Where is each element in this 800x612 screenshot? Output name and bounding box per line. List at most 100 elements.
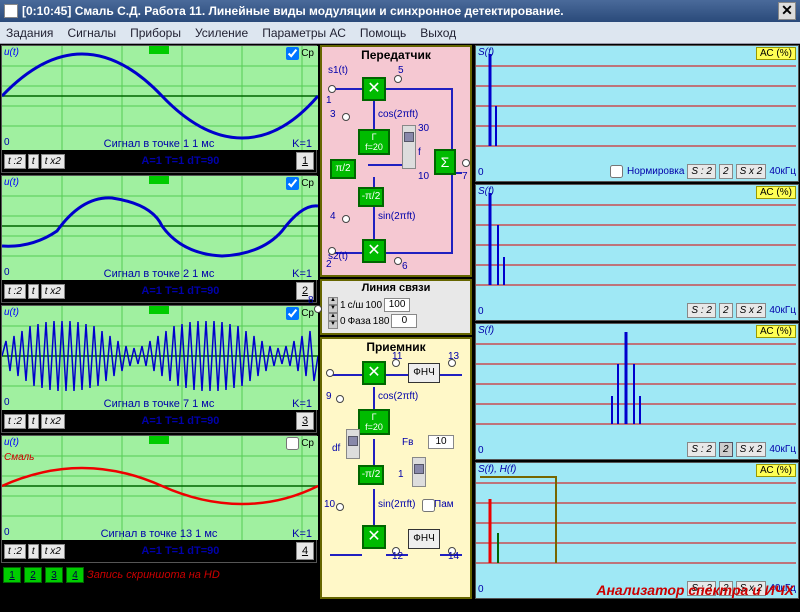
spin-up[interactable]: ▲ <box>328 313 338 321</box>
menu-exit[interactable]: Выход <box>420 26 456 40</box>
rx-generator[interactable]: Гf=20 <box>358 409 390 435</box>
sp1-norm-check[interactable] <box>610 165 623 178</box>
rx-df: df <box>332 443 340 454</box>
sp1-norm: Нормировка <box>627 166 684 177</box>
sp2-sdiv2[interactable]: S : 2 <box>687 303 716 318</box>
footer-btn-1[interactable]: 1 <box>3 567 21 583</box>
scope2-cp-check[interactable] <box>286 177 299 190</box>
scope4-tdiv2[interactable]: t :2 <box>4 544 26 559</box>
scope1-tx2[interactable]: t x2 <box>41 154 65 169</box>
spin-dn[interactable]: ▼ <box>328 321 338 329</box>
node-10[interactable] <box>336 503 344 511</box>
sp1-ylabel: S(f) <box>478 47 494 58</box>
scope3-t[interactable]: t <box>28 414 39 429</box>
sp3-sx2[interactable]: S x 2 <box>736 442 767 457</box>
scope3-tx2[interactable]: t x2 <box>41 414 65 429</box>
rx-slider2[interactable] <box>412 457 426 487</box>
slider-f: f <box>418 147 421 158</box>
menu-instruments[interactable]: Приборы <box>130 26 181 40</box>
node-7[interactable] <box>462 159 470 167</box>
spin-up[interactable]: ▲ <box>328 297 338 305</box>
footer-btn-4[interactable]: 4 <box>66 567 84 583</box>
trigger-marker[interactable] <box>149 176 169 184</box>
sp4-ac[interactable]: АС (%) <box>756 464 796 477</box>
node-9-label: 9 <box>326 391 332 402</box>
slider-10: 10 <box>418 171 429 182</box>
scope3-tdiv2[interactable]: t :2 <box>4 414 26 429</box>
node-9[interactable] <box>336 395 344 403</box>
sp1-ac[interactable]: АС (%) <box>756 47 796 60</box>
menu-help[interactable]: Помощь <box>360 26 406 40</box>
menu-signals[interactable]: Сигналы <box>67 26 116 40</box>
node-13-label: 13 <box>448 351 459 362</box>
rx-mult-1[interactable]: ✕ <box>362 361 386 385</box>
lpf-1[interactable]: ФНЧ <box>408 363 440 383</box>
scope3-cp-check[interactable] <box>286 307 299 320</box>
scope2-tdiv2[interactable]: t :2 <box>4 284 26 299</box>
menu-tasks[interactable]: Задания <box>6 26 53 40</box>
line-100: 100 <box>365 300 382 311</box>
multiplier-1[interactable]: ✕ <box>362 77 386 101</box>
scope4-params: A=1 T=1 dT=90 <box>67 545 294 557</box>
scope2-tx2[interactable]: t x2 <box>41 284 65 299</box>
scope4-tx2[interactable]: t x2 <box>41 544 65 559</box>
sp3-ac[interactable]: АС (%) <box>756 325 796 338</box>
scope4-t[interactable]: t <box>28 544 39 559</box>
sp2-ac[interactable]: АС (%) <box>756 186 796 199</box>
footer-btn-3[interactable]: 3 <box>45 567 63 583</box>
sp2-2[interactable]: 2 <box>719 303 733 318</box>
node-2-in[interactable] <box>328 247 336 255</box>
node-9-in[interactable] <box>326 369 334 377</box>
sp1-2[interactable]: 2 <box>719 164 733 179</box>
pi2-box-a[interactable]: π/2 <box>330 159 356 179</box>
node-4[interactable] <box>342 215 350 223</box>
scope4-cp-check[interactable] <box>286 437 299 450</box>
sum-box[interactable]: Σ <box>434 149 456 175</box>
node-5[interactable] <box>394 75 402 83</box>
rx-pam-check[interactable] <box>422 499 435 512</box>
line-valbox[interactable]: 100 <box>384 298 410 312</box>
scope4-cp-label: Ср <box>301 438 314 449</box>
scope3-zero: 0 <box>4 397 10 408</box>
sp1-sdiv2[interactable]: S : 2 <box>687 164 716 179</box>
trigger-marker[interactable] <box>149 436 169 444</box>
menu-gain[interactable]: Усиление <box>195 26 248 40</box>
node-3[interactable] <box>342 113 350 121</box>
scope1-zero: 0 <box>4 137 10 148</box>
scope2-t[interactable]: t <box>28 284 39 299</box>
scope3-cp-label: Ср <box>301 308 314 319</box>
line-valbox2[interactable]: 0 <box>391 314 417 328</box>
node-6[interactable] <box>394 257 402 265</box>
spin-dn[interactable]: ▼ <box>328 305 338 313</box>
pi2-box-b[interactable]: -π/2 <box>358 187 384 207</box>
line-csh: с/ш <box>348 300 364 311</box>
lpf-2[interactable]: ФНЧ <box>408 529 440 549</box>
line-1: 1 <box>340 300 346 311</box>
sp1-sx2[interactable]: S x 2 <box>736 164 767 179</box>
scope1-t[interactable]: t <box>28 154 39 169</box>
sp3-2[interactable]: 2 <box>719 442 733 457</box>
app-icon <box>4 4 18 18</box>
rx-fv-val[interactable]: 10 <box>428 435 454 449</box>
menu-params[interactable]: Параметры АС <box>262 26 346 40</box>
rx-pi2[interactable]: -π/2 <box>358 465 384 485</box>
sp3-sdiv2[interactable]: S : 2 <box>687 442 716 457</box>
scope3-num[interactable]: 3 <box>296 412 314 430</box>
sp2-sx2[interactable]: S x 2 <box>736 303 767 318</box>
scope1-num[interactable]: 1 <box>296 152 314 170</box>
trigger-marker[interactable] <box>149 46 169 54</box>
generator-box[interactable]: Гf=20 <box>358 129 390 155</box>
rx-df-slider[interactable] <box>346 429 360 459</box>
freq-slider[interactable] <box>402 125 416 169</box>
node-1[interactable] <box>328 85 336 93</box>
multiplier-2[interactable]: ✕ <box>362 239 386 263</box>
scope4-num[interactable]: 4 <box>296 542 314 560</box>
close-button[interactable]: ✕ <box>778 2 796 20</box>
footer-btn-2[interactable]: 2 <box>24 567 42 583</box>
rx-mult-2[interactable]: ✕ <box>362 525 386 549</box>
footer-status: Запись скриншота на HD <box>87 569 220 581</box>
scope1-cp-check[interactable] <box>286 47 299 60</box>
trigger-marker[interactable] <box>149 306 169 314</box>
node-8[interactable] <box>314 305 322 313</box>
scope1-tdiv2[interactable]: t :2 <box>4 154 26 169</box>
